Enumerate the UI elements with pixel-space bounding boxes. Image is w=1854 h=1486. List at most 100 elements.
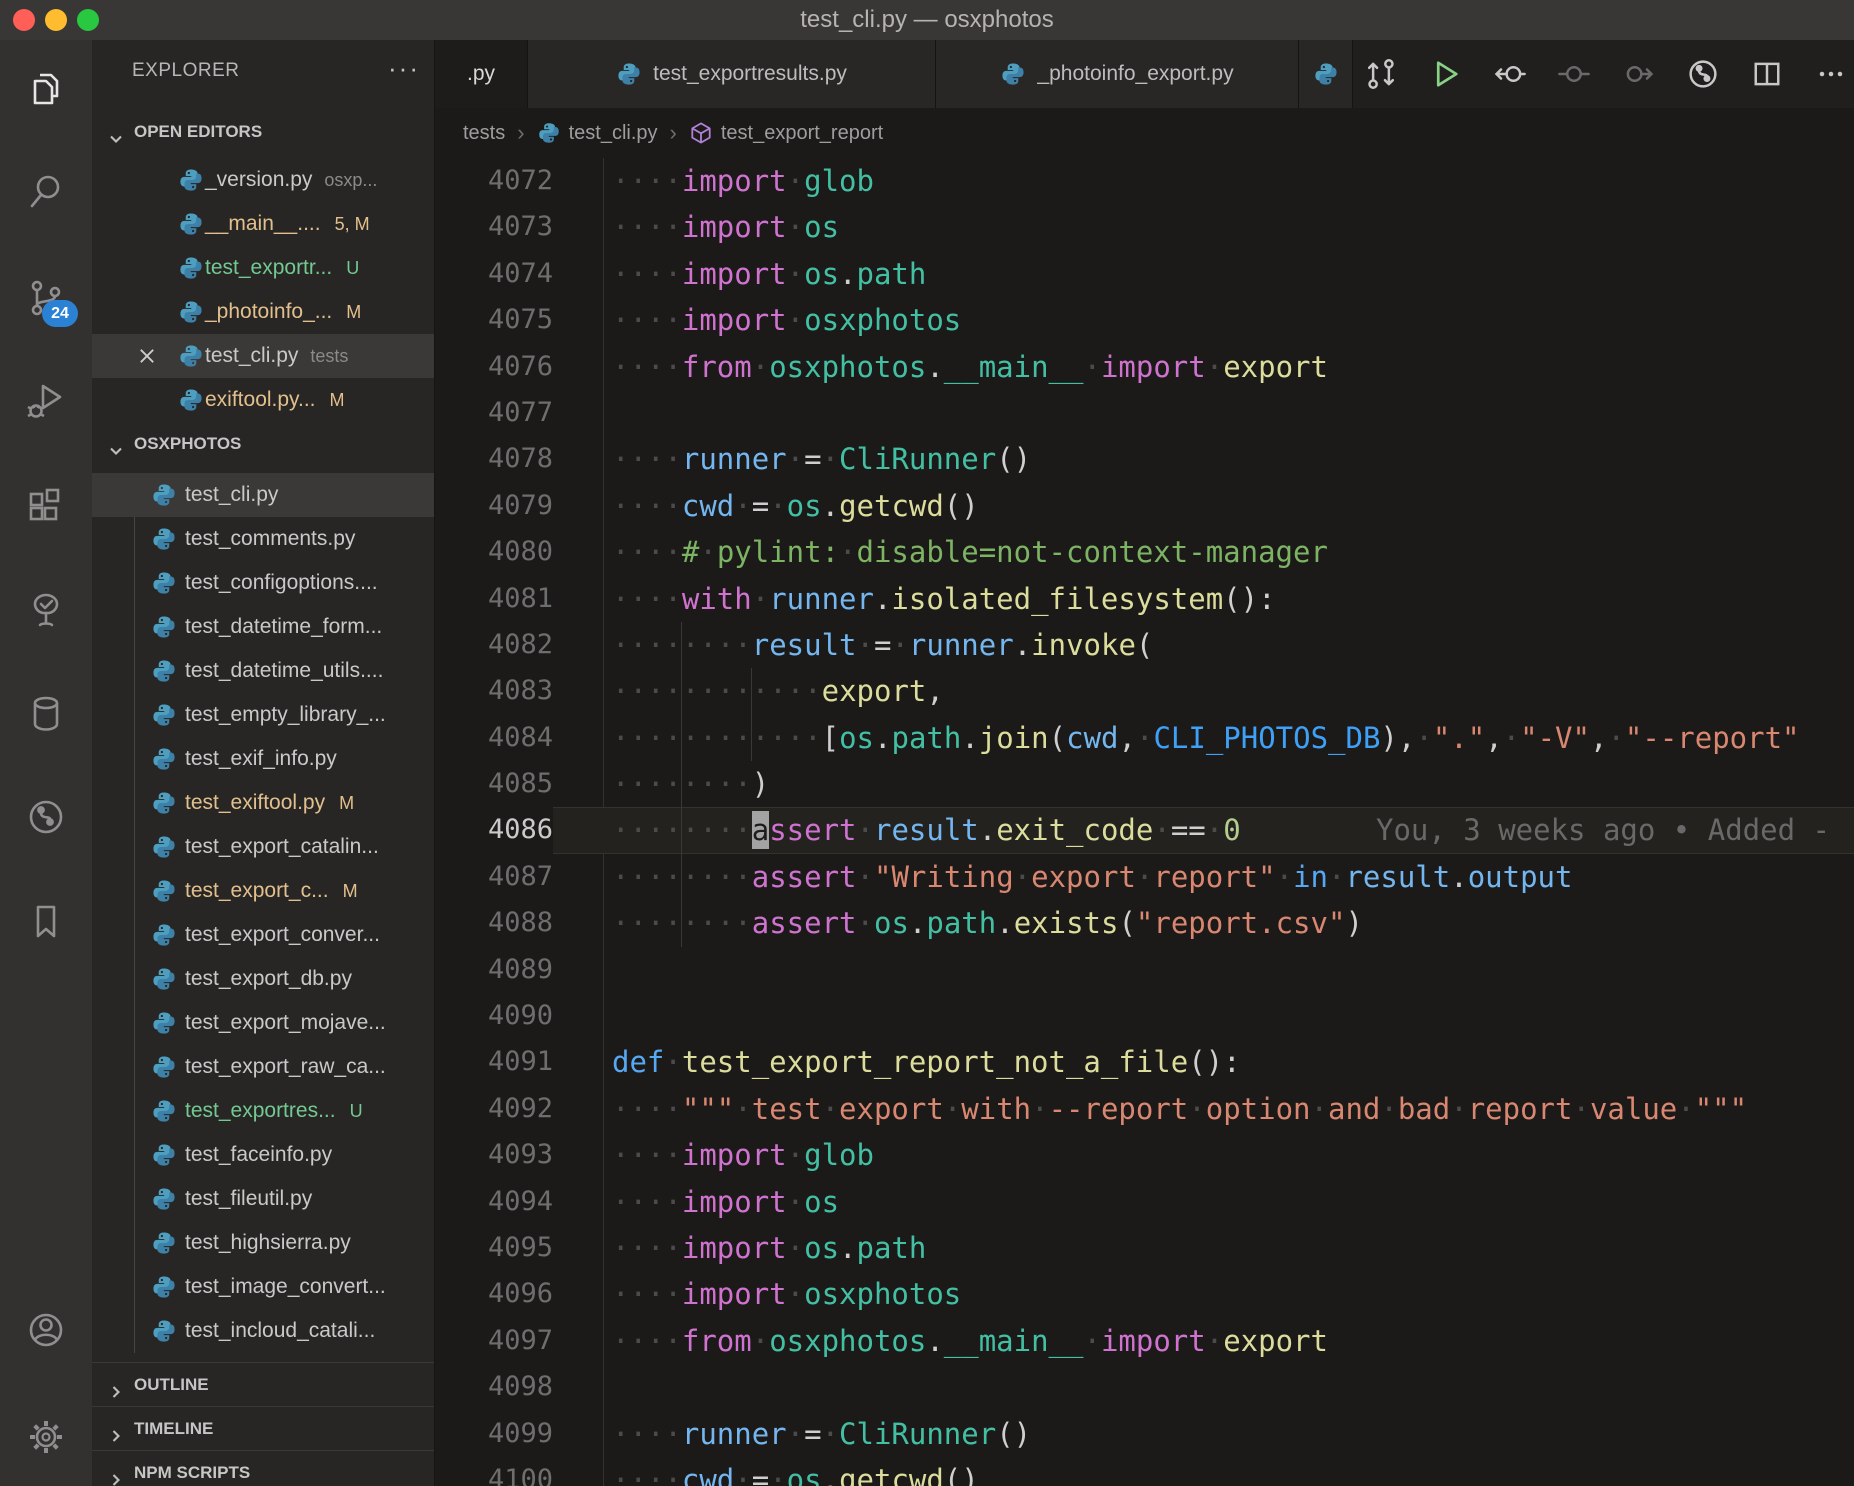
line-number: 4078 [435, 436, 553, 482]
code-line: 4072····import·glob [435, 158, 1854, 204]
account-icon[interactable] [24, 1308, 68, 1352]
code-line: 4086········assert·result.exit_code·==·0… [435, 807, 1854, 853]
tab-partial[interactable] [1299, 40, 1353, 108]
database-icon[interactable] [24, 692, 68, 736]
line-number: 4079 [435, 483, 553, 529]
tree-item[interactable]: test_export_mojave... [92, 1001, 434, 1045]
file-name: test_export_conver... [185, 913, 380, 957]
file-desc: osxp... [324, 170, 377, 190]
open-editor-item[interactable]: _photoinfo_...M [92, 290, 434, 334]
python-file-icon [178, 299, 204, 325]
open-editor-item[interactable]: exiftool.py...M [92, 378, 434, 422]
sidebar-actions-icon[interactable]: ··· [388, 40, 420, 102]
tree-item[interactable]: test_configoptions.... [92, 561, 434, 605]
tree-item[interactable]: test_exportres...U [92, 1089, 434, 1133]
tree-item[interactable]: test_exiftool.pyM [92, 781, 434, 825]
editor-group: .pytest_exportresults.py_photoinfo_expor… [434, 40, 1854, 1486]
python-file-icon [151, 1186, 177, 1212]
tree-item[interactable]: test_export_c...M [92, 869, 434, 913]
open-editor-item[interactable]: test_exportr...U [92, 246, 434, 290]
open-editor-item[interactable]: __main__....5, M [92, 202, 434, 246]
chevron-right-icon [106, 1375, 126, 1395]
tree-item[interactable]: test_fileutil.py [92, 1177, 434, 1221]
tab-test_exportresults.py[interactable]: test_exportresults.py [528, 40, 936, 108]
settings-gear-icon[interactable] [24, 1415, 68, 1459]
breadcrumb-item[interactable]: tests [463, 122, 505, 145]
sidebar-title: EXPLORER [132, 40, 239, 102]
python-file-icon [616, 61, 642, 87]
chevron-right-icon [106, 1419, 126, 1439]
line-number: 4090 [435, 993, 553, 1039]
extensions-icon[interactable] [24, 484, 68, 528]
run-icon[interactable] [1427, 56, 1463, 92]
tree-item[interactable]: test_export_db.py [92, 957, 434, 1001]
more-actions-icon[interactable] [1813, 56, 1849, 92]
split-editor-icon[interactable] [1749, 56, 1785, 92]
line-number: 4094 [435, 1179, 553, 1225]
indent-guide [681, 668, 682, 714]
code-line: 4089 [435, 947, 1854, 993]
indent-guide [751, 715, 752, 761]
nav-back-icon[interactable] [1492, 56, 1528, 92]
python-file-icon [1000, 61, 1026, 87]
indent-guide [681, 807, 682, 853]
chevron-right-icon [106, 1463, 126, 1483]
tab-.py[interactable]: .py [435, 40, 528, 108]
git-circle-icon[interactable] [24, 795, 68, 839]
section-timeline[interactable]: TIMELINE [92, 1406, 434, 1450]
breadcrumb-item[interactable]: test_export_report [689, 121, 883, 145]
line-content: ····import·os [553, 204, 1854, 250]
python-file-icon [151, 658, 177, 684]
tree-item[interactable]: test_incloud_catali... [92, 1309, 434, 1353]
tree-item[interactable]: test_highsierra.py [92, 1221, 434, 1265]
tree-item[interactable]: test_datetime_form... [92, 605, 434, 649]
line-number: 4099 [435, 1411, 553, 1457]
file-name: test_export_catalin... [185, 825, 379, 869]
section-project[interactable]: OSXPHOTOS [92, 422, 434, 466]
file-desc: tests [310, 346, 348, 366]
file-name: test_fileutil.py [185, 1177, 312, 1221]
bookmark-icon[interactable] [24, 900, 68, 944]
file-name: test_export_c...M [185, 869, 358, 913]
run-debug-icon[interactable] [24, 380, 68, 424]
line-content: ············[os.path.join(cwd,·CLI_PHOTO… [553, 715, 1854, 761]
code-editor[interactable]: 4072····import·glob4073····import·os4074… [435, 158, 1854, 1486]
nav-forward-icon[interactable] [1620, 56, 1656, 92]
tab-bar: .pytest_exportresults.py_photoinfo_expor… [435, 40, 1854, 108]
open-changes-icon[interactable] [1363, 56, 1399, 92]
indent-guide [681, 715, 682, 761]
tree-item[interactable]: test_export_catalin... [92, 825, 434, 869]
breadcrumb-item[interactable]: test_cli.py [537, 121, 658, 145]
close-icon[interactable] [136, 345, 158, 367]
line-content: ····import·osxphotos [553, 1271, 1854, 1317]
code-line: 4100····cwd·=·os.getcwd() [435, 1457, 1854, 1486]
tab-_photoinfo_export.py[interactable]: _photoinfo_export.py [936, 40, 1299, 108]
tree-item[interactable]: test_comments.py [92, 517, 434, 561]
search-icon[interactable] [24, 171, 68, 215]
line-content [553, 947, 1854, 993]
section-npm-scripts[interactable]: NPM SCRIPTS [92, 1450, 434, 1486]
files-icon[interactable] [24, 67, 68, 111]
git-graph-icon[interactable] [1685, 56, 1721, 92]
line-content: ····"""·test·export·with·--report·option… [553, 1086, 1854, 1132]
tree-item[interactable]: test_export_raw_ca... [92, 1045, 434, 1089]
open-editor-item[interactable]: _version.pyosxp... [92, 158, 434, 202]
tree-item[interactable]: test_export_conver... [92, 913, 434, 957]
test-tree-icon[interactable] [24, 588, 68, 632]
line-content: ····runner·=·CliRunner() [553, 436, 1854, 482]
code-line: 4085········) [435, 761, 1854, 807]
line-number: 4095 [435, 1225, 553, 1271]
section-outline[interactable]: OUTLINE [92, 1362, 434, 1406]
tree-item[interactable]: test_datetime_utils.... [92, 649, 434, 693]
tree-item[interactable]: test_image_convert... [92, 1265, 434, 1309]
tree-item[interactable]: test_cli.py [92, 473, 434, 517]
python-file-icon [151, 834, 177, 860]
section-open-editors[interactable]: OPEN EDITORS [92, 110, 434, 154]
file-name: __main__....5, M [205, 202, 370, 246]
tree-item[interactable]: test_faceinfo.py [92, 1133, 434, 1177]
breadcrumb: tests›test_cli.py›test_export_report [435, 108, 1854, 158]
open-editor-item[interactable]: test_cli.pytests [92, 334, 434, 378]
tree-item[interactable]: test_empty_library_... [92, 693, 434, 737]
nav-location-icon[interactable] [1556, 56, 1592, 92]
tree-item[interactable]: test_exif_info.py [92, 737, 434, 781]
